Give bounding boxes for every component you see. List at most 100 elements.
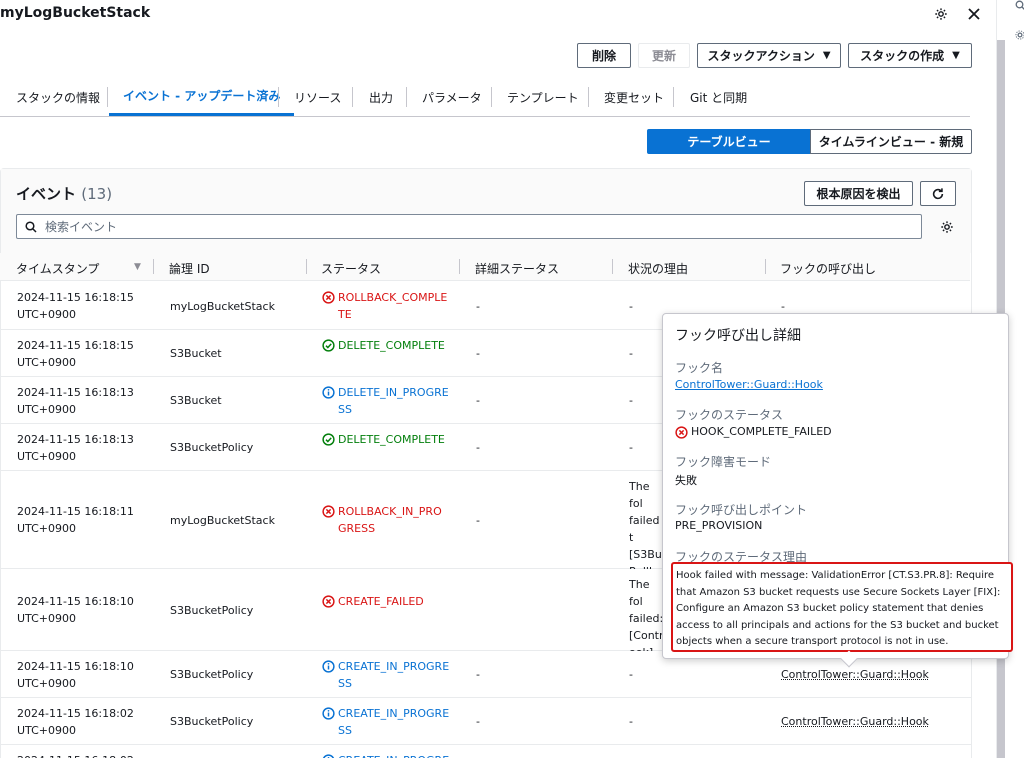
hook-status-label: フックのステータス [675,406,783,423]
logical-id-cell: S3Bucket [170,345,300,362]
failure-mode-value: 失敗 [675,472,697,488]
in-progress-icon [322,707,335,720]
status-cell: ROLLBACK_COMPLETE [322,289,452,323]
delete-button[interactable]: 削除 [577,43,631,68]
status-reason-cell: The fol failed: [Contro ook] [629,576,665,661]
timestamp-cell: 2024-11-15 16:18:15 UTC+0900 [17,337,147,371]
status-reason-cell: - [629,439,665,456]
table-view-label: テーブルビュー [687,133,770,150]
table-row[interactable]: 2024-11-15 16:18:02 CREATE_IN_PROGRESS [1,745,971,758]
timestamp-cell: 2024-11-15 16:18:11 UTC+0900 [17,503,147,537]
detailed-status-cell: - [476,392,480,409]
events-count: (13) [81,185,112,203]
hook-status-value: HOOK_COMPLETE_FAILED [691,425,832,439]
tab-outputs[interactable]: 出力 [369,78,393,116]
status-reason-cell: - [629,713,665,730]
tab-stack-info[interactable]: スタックの情報 [16,78,100,116]
status-text: ROLLBACK_IN_PROGRESS [338,503,450,537]
status-text: CREATE_IN_PROGRESS [338,705,450,739]
update-button[interactable]: 更新 [638,43,690,68]
status-cell: DELETE_COMPLETE [322,337,452,354]
tab-events[interactable]: イベント - アップデート済み [109,78,294,116]
error-icon [675,426,688,439]
table-row[interactable]: 2024-11-15 16:18:02 UTC+0900 S3BucketPoli… [1,698,971,745]
timestamp-cell: 2024-11-15 16:18:13 UTC+0900 [17,431,147,465]
detailed-status-cell: - [476,439,480,456]
hook-status-reason: Hook failed with message: ValidationErro… [671,562,1013,652]
in-progress-icon [322,754,335,758]
search-input[interactable]: 検索イベント [16,214,922,239]
timestamp-cell: 2024-11-15 16:18:13 UTC+0900 [17,384,147,418]
table-preferences-gear-icon[interactable] [937,217,957,237]
logical-id-cell: S3BucketPolicy [170,602,300,619]
status-text: CREATE_FAILED [338,593,450,610]
search-icon [25,221,37,233]
refresh-button[interactable] [920,181,956,206]
tab-parameters[interactable]: パラメータ [422,78,482,116]
status-reason-cell: - [629,298,665,315]
success-icon [322,433,335,446]
hook-name-link[interactable]: ControlTower::Guard::Hook [675,378,823,391]
hook-name-value[interactable]: ControlTower::Guard::Hook [675,378,823,391]
column-header-timestamp[interactable]: タイムスタンプ [16,260,99,277]
detect-root-cause-button[interactable]: 根本原因を検出 [804,181,913,206]
tab-label: スタックの情報 [16,89,100,106]
tab-git-sync[interactable]: Git と同期 [690,78,747,116]
status-text: ROLLBACK_COMPLETE [338,289,450,323]
sort-desc-icon[interactable]: ▼ [134,262,141,272]
detailed-status-cell: - [476,512,480,529]
stack-actions-dropdown[interactable]: スタックアクション ▼ [697,43,841,68]
hook-invocation-link[interactable]: ControlTower::Guard::Hook [781,668,929,681]
detailed-status-cell: - [476,345,480,362]
column-header-hook-invocations[interactable]: フックの呼び出し [780,260,876,277]
caret-down-icon: ▼ [952,50,960,61]
close-icon[interactable] [964,4,984,24]
in-progress-icon [322,660,335,673]
events-title: イベント [16,185,76,203]
column-header-status[interactable]: ステータス [321,260,381,277]
hook-name-label: フック名 [675,359,723,376]
status-text: CREATE_IN_PROGRESS [338,752,450,758]
gear-icon[interactable] [1015,30,1024,42]
timeline-view-toggle[interactable]: タイムラインビュー - 新規 [810,129,972,154]
timestamp-cell: 2024-11-15 16:18:02 UTC+0900 [17,705,147,739]
logical-id-cell: myLogBucketStack [170,512,300,529]
refresh-icon [931,187,945,201]
invocation-point-value: PRE_PROVISION [675,519,762,532]
create-stack-label: スタックの作成 [860,47,944,64]
tab-label: 変更セット [604,89,664,106]
hook-invocation-cell: ControlTower::Guard::Hook [781,713,929,730]
logical-id-cell: S3Bucket [170,392,300,409]
status-cell: ROLLBACK_IN_PROGRESS [322,503,452,537]
settings-gear-icon[interactable] [931,4,951,24]
status-cell: DELETE_COMPLETE [322,431,452,448]
failure-mode-label: フック障害モード [675,453,771,470]
timestamp-cell: 2024-11-15 16:18:10 UTC+0900 [17,593,147,627]
logical-id-cell: S3BucketPolicy [170,666,300,683]
popover-title: フック呼び出し詳細 [675,325,801,345]
invocation-point-label: フック呼び出しポイント [675,501,807,518]
create-stack-dropdown[interactable]: スタックの作成 ▼ [848,43,972,68]
status-cell: CREATE_IN_PROGRESS [322,658,452,692]
column-header-status-reason[interactable]: 状況の理由 [628,260,688,277]
status-text: DELETE_COMPLETE [338,431,450,448]
stack-actions-label: スタックアクション [707,47,814,64]
stack-title: myLogBucketStack [0,5,150,21]
detailed-status-cell: - [476,666,480,683]
tab-template[interactable]: テンプレート [507,78,579,116]
search-placeholder: 検索イベント [45,218,117,235]
tab-resources[interactable]: リソース [294,78,341,116]
logical-id-cell: S3BucketPolicy [170,713,300,730]
hook-status: HOOK_COMPLETE_FAILED [675,425,832,439]
search-icon[interactable] [1015,0,1024,12]
caret-down-icon: ▼ [823,50,831,61]
hook-invocation-cell: ControlTower::Guard::Hook [781,666,929,683]
tab-change-sets[interactable]: 変更セット [604,78,664,116]
hook-invocation-link[interactable]: - [781,300,785,313]
column-header-logical-id[interactable]: 論理 ID [169,260,210,277]
table-view-toggle[interactable]: テーブルビュー [647,129,811,154]
timestamp-cell: 2024-11-15 16:18:10 UTC+0900 [17,658,147,692]
tab-label: 出力 [369,89,393,106]
hook-invocation-link[interactable]: ControlTower::Guard::Hook [781,715,929,728]
column-header-detailed-status[interactable]: 詳細ステータス [475,260,559,277]
